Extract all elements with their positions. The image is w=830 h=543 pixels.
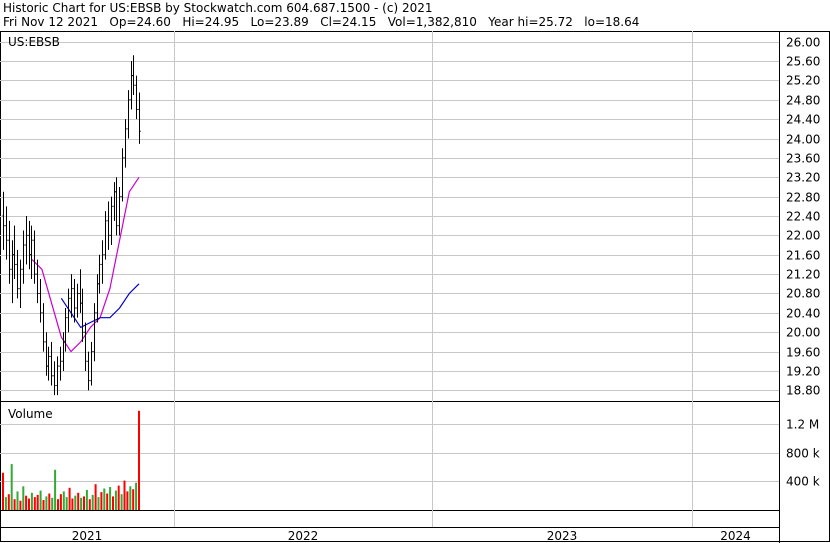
price-candles [2, 55, 141, 396]
price-tick-label: 24.00 [786, 133, 820, 147]
moving-average-line [60, 283, 140, 329]
volume-bar [33, 497, 36, 510]
stock-chart: 26.00 25.60 25.20 24.80 24.40 24.00 23.60 23.20… [0, 31, 830, 543]
volume-bar [83, 496, 85, 510]
volume-bar [103, 488, 106, 510]
volume-bar [48, 493, 51, 510]
volume-bar [42, 500, 45, 510]
x-tick-label: 2024 [720, 529, 751, 543]
volume-bar [22, 486, 25, 510]
price-tick-label: 23.60 [786, 152, 820, 166]
volume-bar [7, 494, 10, 510]
volume-tick-label: 1.2 M [786, 418, 819, 432]
x-tick-label: 2023 [547, 529, 578, 543]
volume-bar [114, 490, 117, 510]
volume-bar [39, 490, 42, 510]
volume-bar [88, 499, 91, 510]
volume-bar [65, 497, 68, 510]
price-tick-label: 25.20 [786, 74, 820, 88]
volume-bar [85, 489, 88, 510]
price-tick-label: 23.20 [786, 171, 820, 185]
price-tick-label: 24.40 [786, 113, 820, 127]
volume-bar [112, 496, 114, 510]
price-tick-label: 26.00 [786, 36, 820, 50]
volume-bar [62, 491, 65, 510]
price-tick-label: 19.20 [786, 365, 820, 379]
volume-bar [28, 498, 30, 510]
volume-bar [109, 487, 112, 510]
volume-bar [10, 464, 13, 510]
volume-bar [68, 487, 71, 510]
volume-bar [74, 495, 77, 510]
volume-tick-label: 800 k [786, 447, 820, 461]
volume-bar [25, 495, 28, 510]
chart-frame [0, 31, 830, 542]
volume-label: Volume [8, 407, 53, 421]
price-tick-label: 20.80 [786, 287, 820, 301]
volume-bar [91, 494, 94, 510]
volume-bar [94, 484, 97, 510]
volume-bar [16, 491, 19, 510]
price-tick-label: 19.60 [786, 346, 820, 360]
grid-lines [0, 31, 779, 527]
price-tick-label: 22.80 [786, 191, 820, 205]
volume-bar [71, 498, 74, 510]
volume-bar [77, 492, 80, 510]
volume-bars [2, 410, 140, 510]
price-tick-label: 24.80 [786, 94, 820, 108]
volume-bar [4, 497, 7, 510]
volume-bar [129, 486, 132, 510]
volume-bar [45, 496, 48, 510]
price-tick-label: 22.00 [786, 229, 820, 243]
volume-bar [80, 497, 83, 510]
volume-bar [57, 499, 59, 510]
volume-tick-label: 400 k [786, 475, 820, 489]
price-tick-label: 25.60 [786, 55, 820, 69]
price-tick-label: 20.40 [786, 307, 820, 321]
volume-bar [126, 491, 129, 510]
volume-bar [13, 499, 16, 510]
volume-bar [120, 494, 123, 510]
volume-bar [135, 482, 138, 510]
volume-bar [138, 410, 140, 510]
symbol-label: US:EBSB [8, 35, 60, 49]
axis-ticks: 26.00 25.60 25.20 24.80 24.40 24.00 23.60 23.20… [72, 36, 821, 543]
volume-bar [51, 497, 54, 510]
x-tick-label: 2021 [72, 529, 103, 543]
price-tick-label: 18.80 [786, 384, 820, 398]
volume-bar [97, 497, 100, 510]
x-tick-label: 2022 [288, 529, 319, 543]
volume-bar [54, 469, 57, 510]
volume-bar [132, 489, 135, 510]
price-tick-label: 20.00 [786, 326, 820, 340]
volume-bar [30, 492, 33, 510]
volume-bar [2, 472, 4, 510]
volume-bar [106, 493, 109, 510]
price-tick-label: 21.60 [786, 249, 820, 263]
price-tick-label: 21.20 [786, 268, 820, 282]
price-tick-label: 22.40 [786, 210, 820, 224]
volume-bar [100, 492, 103, 510]
volume-bar [59, 494, 62, 510]
volume-bar [117, 485, 120, 510]
volume-bar [36, 494, 39, 510]
volume-bar [123, 480, 126, 510]
volume-bar [19, 500, 22, 510]
